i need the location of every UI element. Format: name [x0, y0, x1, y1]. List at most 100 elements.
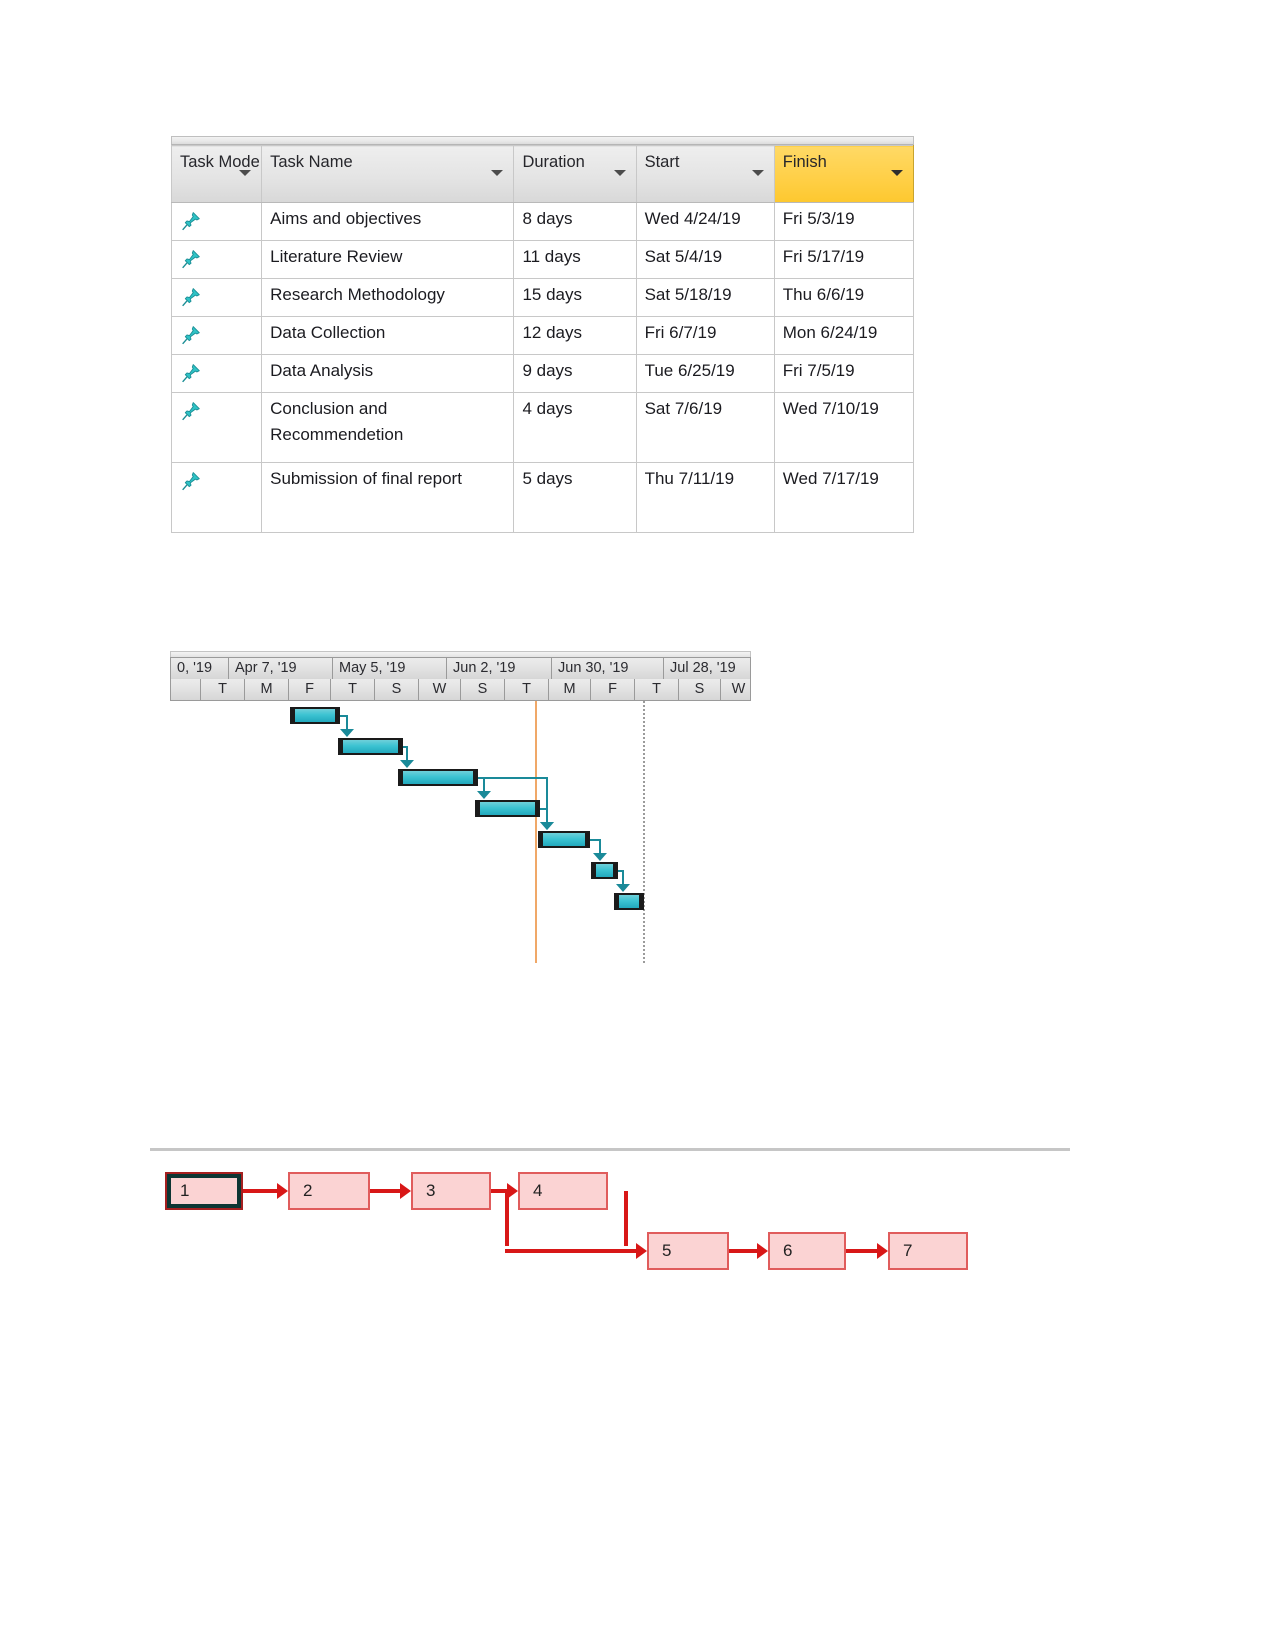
cell-start[interactable]: Sat 5/18/19 — [635, 278, 775, 317]
timescale-day-cell: M — [549, 679, 591, 700]
cell-finish[interactable]: Fri 5/3/19 — [773, 202, 915, 241]
column-header-start[interactable]: Start — [635, 145, 775, 203]
pushpin-icon — [180, 286, 202, 308]
cell-task-name[interactable]: Literature Review — [261, 240, 515, 279]
cell-task-name[interactable]: Aims and objectives — [261, 202, 515, 241]
cell-start[interactable]: Sat 7/6/19 — [635, 392, 775, 463]
cell-start[interactable]: Tue 6/25/19 — [635, 354, 775, 393]
network-connector — [243, 1189, 279, 1193]
pushpin-icon — [180, 362, 202, 384]
column-header-task-mode[interactable]: Task Mode — [170, 145, 263, 203]
table-row[interactable]: Aims and objectives 8 days Wed 4/24/19 Fri … — [170, 202, 915, 241]
today-line — [535, 701, 537, 963]
network-connector — [624, 1249, 638, 1253]
network-arrow-icon — [400, 1183, 411, 1199]
timescale-month-cell: 0, '19 — [171, 658, 229, 679]
column-header-task-name[interactable]: Task Name — [261, 145, 515, 203]
cell-duration[interactable]: 4 days — [513, 392, 637, 463]
gantt-bars-area[interactable] — [170, 701, 751, 963]
network-node-2[interactable]: 2 — [288, 1172, 370, 1210]
dependency-arrow-icon — [340, 729, 354, 737]
cell-duration[interactable]: 12 days — [513, 316, 637, 355]
pushpin-icon — [180, 400, 202, 422]
cell-task-mode[interactable] — [170, 354, 263, 393]
timescale-day-cell: W — [419, 679, 461, 700]
cell-finish[interactable]: Fri 5/17/19 — [773, 240, 915, 279]
timescale-day-cell: S — [375, 679, 419, 700]
filter-dropdown-icon[interactable] — [613, 170, 626, 176]
cell-duration[interactable]: 11 days — [513, 240, 637, 279]
cell-task-mode[interactable] — [170, 316, 263, 355]
cell-finish[interactable]: Wed 7/17/19 — [773, 462, 915, 533]
cell-start[interactable]: Sat 5/4/19 — [635, 240, 775, 279]
column-header-finish[interactable]: Finish — [773, 145, 915, 203]
cell-task-mode[interactable] — [170, 278, 263, 317]
pushpin-icon — [180, 324, 202, 346]
cell-task-mode[interactable] — [170, 462, 263, 533]
cell-start[interactable]: Wed 4/24/19 — [635, 202, 775, 241]
table-row[interactable]: Conclusion and Recommendetion 4 days Sat 7… — [170, 392, 915, 463]
timescale-days-row: TMFTSWSTMFTSW — [170, 679, 751, 701]
network-connector — [729, 1249, 759, 1253]
cell-finish[interactable]: Mon 6/24/19 — [773, 316, 915, 355]
network-node-label: 3 — [426, 1181, 436, 1200]
timescale-day-cell: F — [591, 679, 635, 700]
network-connector — [505, 1249, 638, 1253]
timescale-month-cell: Jul 28, '19 — [670, 660, 736, 676]
cell-task-mode[interactable] — [170, 392, 263, 463]
cell-task-name[interactable]: Conclusion and Recommendetion — [261, 392, 515, 463]
gantt-bar[interactable] — [398, 769, 478, 786]
cell-task-mode[interactable] — [170, 202, 263, 241]
cell-duration[interactable]: 15 days — [513, 278, 637, 317]
network-node-1[interactable]: 1 — [165, 1172, 243, 1210]
filter-dropdown-icon[interactable] — [891, 170, 903, 176]
filter-dropdown-icon[interactable] — [491, 170, 504, 176]
table-row[interactable]: Research Methodology 15 days Sat 5/18/19 Th… — [170, 278, 915, 317]
cell-task-name[interactable]: Data Analysis — [261, 354, 515, 393]
cell-start[interactable]: Thu 7/11/19 — [635, 462, 775, 533]
gantt-bar[interactable] — [338, 738, 403, 755]
network-node-6[interactable]: 6 — [768, 1232, 846, 1270]
table-row[interactable]: Literature Review 11 days Sat 5/4/19 Fri 5/… — [170, 240, 915, 279]
timescale-day-cell: W — [731, 681, 746, 697]
dependency-arrow-icon — [540, 822, 554, 830]
gantt-bar[interactable] — [591, 862, 618, 879]
timescale-day-cell — [171, 679, 201, 700]
network-node-7[interactable]: 7 — [888, 1232, 968, 1270]
filter-dropdown-icon[interactable] — [239, 170, 252, 176]
cell-finish[interactable]: Wed 7/10/19 — [773, 392, 915, 463]
timescale-months-row: 0, '19 Apr 7, '19 May 5, '19 Jun 2, '19 Jun … — [170, 657, 751, 679]
gantt-bar[interactable] — [290, 707, 340, 724]
gantt-bar[interactable] — [614, 893, 644, 910]
network-diagram: 1 2 3 4 5 6 7 — [160, 1160, 990, 1280]
cell-duration[interactable]: 9 days — [513, 354, 637, 393]
network-node-3[interactable]: 3 — [411, 1172, 491, 1210]
column-header-task-name-label: Task Name — [270, 153, 353, 171]
network-arrow-icon — [757, 1243, 768, 1259]
cell-duration[interactable]: 5 days — [513, 462, 637, 533]
table-header-row: Task Mode Task Name Duration Start Finis… — [170, 145, 915, 203]
table-row[interactable]: Data Collection 12 days Fri 6/7/19 Mon 6/24… — [170, 316, 915, 355]
cell-task-name[interactable]: Research Methodology — [261, 278, 515, 317]
cell-task-mode[interactable] — [170, 240, 263, 279]
column-header-duration[interactable]: Duration — [513, 145, 637, 203]
task-table: Task Mode Task Name Duration Start Finis… — [170, 145, 915, 533]
timescale-day-cell: T — [505, 679, 549, 700]
sheet-top-scrollbar[interactable] — [171, 136, 914, 145]
network-node-4[interactable]: 4 — [518, 1172, 608, 1210]
task-sheet: Task Mode Task Name Duration Start Finis… — [170, 136, 915, 533]
gantt-bar[interactable] — [538, 831, 590, 848]
cell-finish[interactable]: Thu 6/6/19 — [773, 278, 915, 317]
table-row[interactable]: Data Analysis 9 days Tue 6/25/19 Fri 7/5/19 — [170, 354, 915, 393]
cell-task-name[interactable]: Submission of final report — [261, 462, 515, 533]
table-row[interactable]: Submission of final report 5 days Thu 7/11… — [170, 462, 915, 533]
cell-finish[interactable]: Fri 7/5/19 — [773, 354, 915, 393]
filter-dropdown-icon[interactable] — [751, 170, 764, 176]
cell-start[interactable]: Fri 6/7/19 — [635, 316, 775, 355]
network-node-label: 1 — [180, 1181, 190, 1200]
network-node-5[interactable]: 5 — [647, 1232, 729, 1270]
timescale-day-cell: S — [679, 679, 721, 700]
cell-task-name[interactable]: Data Collection — [261, 316, 515, 355]
gantt-bar[interactable] — [475, 800, 540, 817]
cell-duration[interactable]: 8 days — [513, 202, 637, 241]
